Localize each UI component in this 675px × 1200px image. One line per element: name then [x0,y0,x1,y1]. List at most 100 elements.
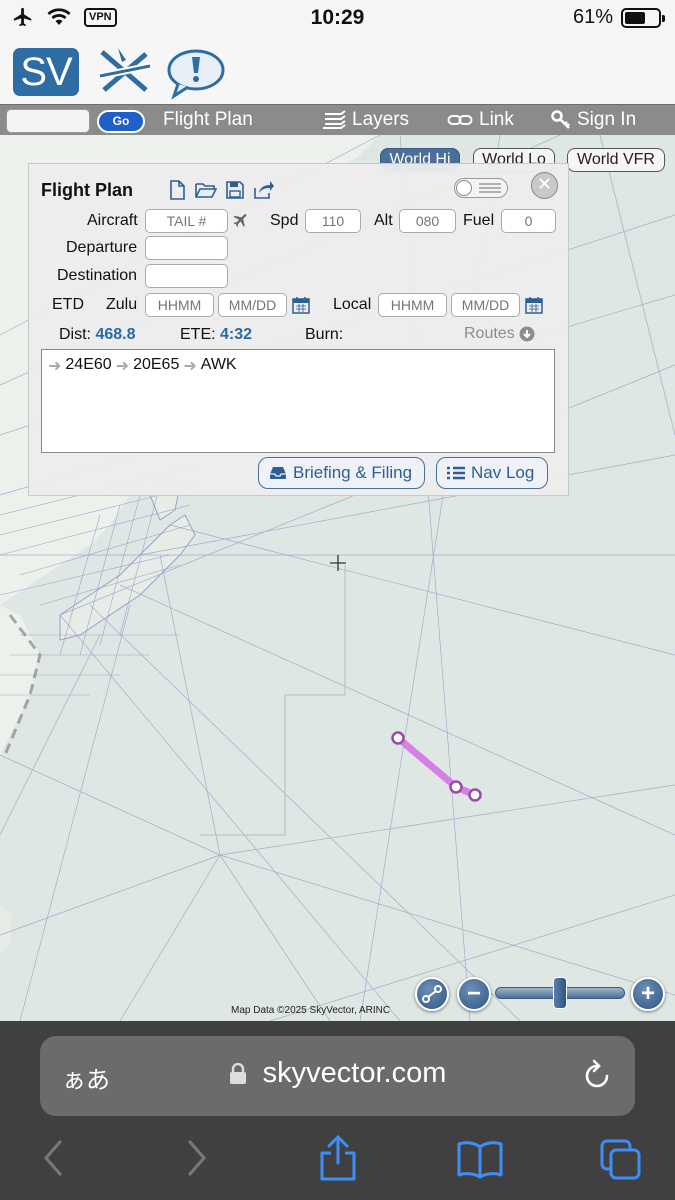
flight-plan-menu[interactable]: Flight Plan [163,109,253,131]
layers-menu-label: Layers [352,109,410,130]
fuel-label: Fuel [463,212,495,229]
altitude-input[interactable] [399,209,456,233]
local-label: Local [333,296,372,313]
briefing-filing-label: Briefing & Filing [293,463,413,482]
tabs-icon[interactable] [598,1137,644,1181]
flight-plan-title: Flight Plan [41,180,133,200]
map-crosshair [330,555,346,571]
route-waypoint: AWK [200,356,237,373]
zoom-slider-thumb[interactable] [553,977,567,1009]
status-bar: VPN 10:29 61% [0,0,675,40]
lock-icon [229,1063,246,1085]
measure-tool-button[interactable] [415,977,449,1011]
new-file-icon[interactable] [167,180,187,200]
layers-menu[interactable]: Layers [322,109,409,131]
destination-input[interactable] [145,264,228,288]
nav-log-label: Nav Log [471,463,535,482]
chevron-down-circle-icon [519,326,535,342]
calendar-icon[interactable] [292,296,310,314]
speed-input[interactable] [305,209,361,233]
departure-label: Departure [66,239,138,256]
ete-value: 4:32 [220,326,253,343]
url-text: skyvector.com [262,1057,447,1089]
zulu-date-input[interactable] [218,293,287,317]
search-input[interactable] [6,109,90,133]
minus-icon: − [466,980,481,1007]
flight-plan-toggle[interactable] [454,178,508,198]
close-icon[interactable]: ✕ [531,172,558,199]
routes-dropdown[interactable]: Routes [464,325,535,343]
inbox-icon [270,467,286,479]
distance-stat: Dist: 468.8 [59,326,136,344]
browser-toolbar: ぁあ skyvector.com [0,1021,675,1200]
airport-icon[interactable] [96,46,154,98]
burn-label: Burn: [305,326,344,343]
reload-icon[interactable] [581,1058,613,1092]
toggle-knob [456,180,472,196]
route-waypoint: 24E60 [65,356,112,373]
main-toolbar: Go Flight Plan Layers Link Sign In [0,104,675,135]
share-icon[interactable] [253,180,275,200]
go-button[interactable]: Go [97,110,145,133]
nav-log-button[interactable]: Nav Log [436,457,548,489]
chat-help-icon[interactable] [166,46,228,100]
battery-fill [625,11,645,24]
zulu-time-input[interactable] [145,293,214,317]
zoom-in-button[interactable]: + [631,977,665,1011]
ete-stat: ETE: 4:32 [180,326,252,344]
briefing-filing-button[interactable]: Briefing & Filing [258,457,425,489]
etd-label: ETD [52,296,84,313]
route-waypoint-marker[interactable] [391,731,405,745]
flight-plan-menu-label: Flight Plan [163,109,253,130]
zulu-label: Zulu [106,296,138,313]
open-folder-icon[interactable] [195,180,217,200]
ete-label: ETE: [180,326,216,343]
plus-icon: + [640,980,655,1007]
local-date-input[interactable] [451,293,520,317]
route-tool-icon [422,985,442,1003]
key-icon [551,110,570,129]
save-icon[interactable] [225,180,245,200]
arrow-right-icon: ➜ [48,358,62,375]
arrow-right-icon: ➜ [115,358,130,375]
battery-percent: 61% [572,6,613,28]
zoom-out-button[interactable]: − [457,977,491,1011]
speed-label: Spd [270,212,299,229]
layers-icon [323,110,346,129]
flight-plan-tools [167,180,275,200]
link-icon [447,115,473,125]
aircraft-icon[interactable] [232,211,250,229]
distance-value: 468.8 [95,326,136,343]
link-menu-label: Link [479,109,514,130]
share-icon[interactable] [318,1135,358,1181]
map-copyright: Map Data ©2025 SkyVector, ARINC [231,1005,391,1016]
route-waypoint-marker[interactable] [449,780,463,794]
sign-in-menu-label: Sign In [577,109,637,130]
battery-icon [621,7,665,28]
arrow-right-icon: ➜ [183,358,197,375]
list-icon [479,183,501,193]
bookmarks-icon[interactable] [456,1139,504,1179]
route-textarea[interactable]: ➜ 24E60 ➜ 20E65 ➜ AWK [41,349,555,453]
link-menu[interactable]: Link [447,109,514,131]
url-display[interactable]: skyvector.com [40,1057,635,1090]
back-icon[interactable] [40,1138,66,1178]
aircraft-input[interactable] [145,209,228,233]
forward-icon[interactable] [184,1138,210,1178]
local-time-input[interactable] [378,293,447,317]
destination-label: Destination [57,267,138,284]
skyvector-logo[interactable]: SV [13,48,79,96]
calendar-icon[interactable] [525,296,543,314]
route-waypoint-marker[interactable] [468,788,482,802]
address-bar[interactable]: ぁあ skyvector.com [40,1036,635,1116]
aircraft-label: Aircraft [87,212,138,229]
route-line [391,731,482,802]
world-vfr-button[interactable]: World VFR [567,148,665,172]
sign-in-menu[interactable]: Sign In [551,109,636,131]
route-waypoint: 20E65 [133,356,180,373]
departure-input[interactable] [145,236,228,260]
status-right: 61% [572,6,665,29]
fuel-input[interactable] [501,209,556,233]
altitude-label: Alt [374,212,393,229]
distance-label: Dist: [59,326,91,343]
